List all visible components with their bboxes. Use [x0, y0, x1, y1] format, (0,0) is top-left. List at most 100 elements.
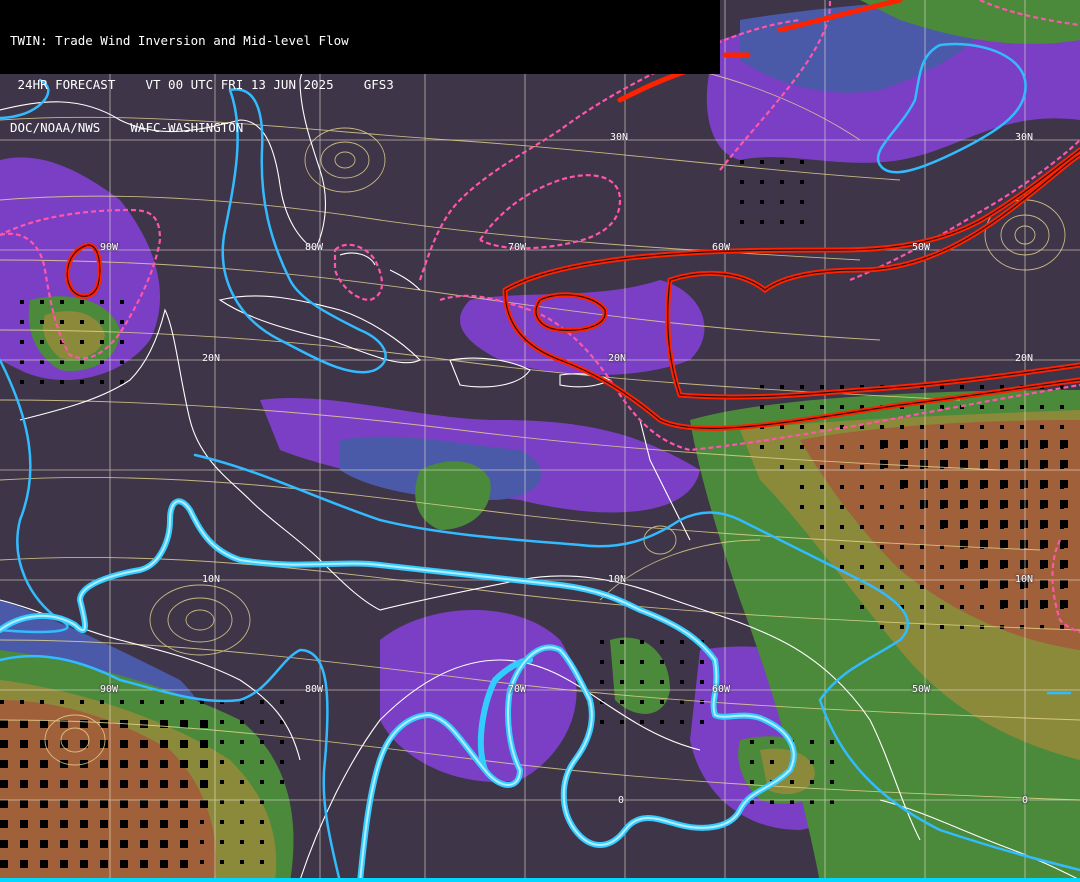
stipple-marker: [840, 405, 844, 409]
stipple-marker: [960, 500, 968, 508]
stipple-marker: [1000, 425, 1004, 429]
stipple-marker: [20, 860, 28, 868]
stipple-marker: [1060, 425, 1064, 429]
stipple-marker: [240, 860, 244, 864]
stipple-marker: [140, 760, 148, 768]
stipple-marker: [180, 840, 188, 848]
stipple-marker: [20, 800, 28, 808]
stipple-marker: [20, 780, 28, 788]
lat-label-10n-b: 10N: [608, 574, 627, 585]
stipple-marker: [880, 440, 888, 448]
stipple-marker: [960, 520, 968, 528]
stipple-marker: [120, 360, 124, 364]
stipple-marker: [20, 360, 24, 364]
stipple-marker: [740, 200, 744, 204]
stipple-marker: [960, 480, 968, 488]
stipple-marker: [660, 700, 664, 704]
lat-label-20n-a: 20N: [202, 353, 221, 364]
stipple-marker: [820, 425, 824, 429]
twin-forecast-map: 30N 30N 20N 20N 20N 10N 10N 10N 0 0 90W …: [0, 0, 1080, 882]
stipple-marker: [0, 740, 8, 748]
stipple-marker: [20, 700, 24, 704]
stipple-marker: [790, 780, 794, 784]
stipple-marker: [220, 720, 224, 724]
stipple-marker: [640, 700, 644, 704]
stipple-marker: [980, 580, 988, 588]
lon-label-50w-b: 50W: [912, 684, 931, 695]
stipple-marker: [840, 525, 844, 529]
stipple-marker: [100, 320, 104, 324]
stipple-marker: [160, 760, 168, 768]
stipple-marker: [260, 740, 264, 744]
stipple-marker: [0, 820, 8, 828]
stipple-marker: [1040, 560, 1048, 568]
stipple-marker: [240, 800, 244, 804]
lat-label-0-a: 0: [618, 795, 625, 806]
stipple-marker: [0, 840, 8, 848]
stipple-marker: [140, 720, 148, 728]
lon-label-90w-b: 90W: [100, 684, 119, 695]
stipple-marker: [880, 545, 884, 549]
stipple-marker: [860, 565, 864, 569]
stipple-marker: [60, 360, 64, 364]
stipple-marker: [0, 800, 8, 808]
stipple-marker: [960, 385, 964, 389]
stipple-marker: [280, 780, 284, 784]
stipple-marker: [80, 780, 88, 788]
stipple-marker: [940, 625, 944, 629]
stipple-marker: [200, 820, 204, 824]
stipple-marker: [120, 700, 124, 704]
stipple-marker: [980, 500, 988, 508]
stipple-marker: [220, 760, 224, 764]
stipple-marker: [860, 485, 864, 489]
stipple-marker: [920, 405, 924, 409]
stipple-marker: [820, 385, 824, 389]
stipple-marker: [40, 760, 48, 768]
stipple-marker: [640, 680, 644, 684]
stipple-marker: [830, 740, 834, 744]
stipple-marker: [660, 680, 664, 684]
stipple-marker: [40, 720, 48, 728]
stipple-marker: [100, 340, 104, 344]
stipple-marker: [80, 320, 84, 324]
stipple-marker: [140, 800, 148, 808]
stipple-marker: [820, 485, 824, 489]
stipple-marker: [820, 405, 824, 409]
stipple-marker: [780, 445, 784, 449]
stipple-marker: [100, 700, 104, 704]
stipple-marker: [760, 160, 764, 164]
stipple-marker: [900, 565, 904, 569]
stipple-marker: [780, 180, 784, 184]
stipple-marker: [200, 780, 208, 788]
stipple-marker: [80, 700, 84, 704]
stipple-marker: [640, 720, 644, 724]
stipple-marker: [620, 660, 624, 664]
stipple-marker: [120, 300, 124, 304]
stipple-marker: [280, 760, 284, 764]
stipple-marker: [100, 360, 104, 364]
stipple-marker: [260, 860, 264, 864]
stipple-marker: [1020, 405, 1024, 409]
stipple-marker: [750, 780, 754, 784]
stipple-marker: [1060, 600, 1068, 608]
stipple-marker: [960, 460, 968, 468]
stipple-marker: [800, 445, 804, 449]
stipple-marker: [800, 200, 804, 204]
stipple-marker: [1000, 405, 1004, 409]
stipple-marker: [940, 520, 948, 528]
stipple-marker: [790, 800, 794, 804]
stipple-marker: [900, 425, 904, 429]
stipple-marker: [920, 500, 928, 508]
map-title-block: TWIN: Trade Wind Inversion and Mid-level…: [0, 0, 720, 135]
stipple-marker: [40, 340, 44, 344]
lon-label-70w-a: 70W: [508, 242, 527, 253]
stipple-marker: [280, 700, 284, 704]
stipple-marker: [1040, 600, 1048, 608]
stipple-marker: [100, 840, 108, 848]
stipple-marker: [180, 700, 184, 704]
stipple-marker: [240, 840, 244, 844]
stipple-marker: [1000, 540, 1008, 548]
stipple-marker: [1020, 625, 1024, 629]
stipple-marker: [900, 480, 908, 488]
stipple-marker: [760, 180, 764, 184]
